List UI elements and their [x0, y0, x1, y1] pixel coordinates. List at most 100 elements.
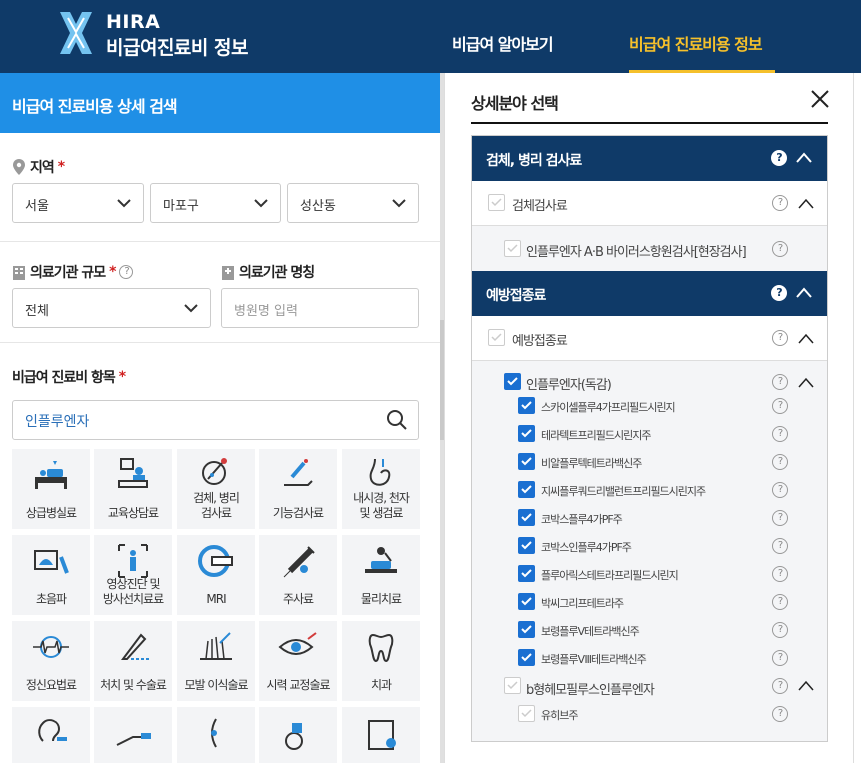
search-icon[interactable] — [386, 409, 408, 431]
logo-text-bottom[interactable]: 비급여진료비 정보 — [106, 33, 248, 60]
category-tile-dental[interactable]: 치과 — [342, 621, 420, 701]
region-district-select[interactable]: 마포구 — [150, 183, 281, 223]
arm-icon — [116, 733, 151, 746]
help-icon[interactable]: ? — [772, 510, 788, 526]
chevron-up-icon[interactable] — [795, 150, 813, 166]
category-tile-ear[interactable] — [12, 707, 90, 763]
category-tile-room[interactable]: 상급병실료 — [12, 449, 90, 529]
help-icon[interactable]: ? — [772, 622, 788, 638]
checkbox[interactable] — [518, 481, 535, 498]
close-icon[interactable] — [810, 89, 830, 109]
category-tile-arm[interactable] — [94, 707, 172, 763]
hospital-name-input[interactable]: 병원명 입력 — [221, 288, 419, 328]
help-icon[interactable]: ? — [772, 374, 788, 390]
checkbox[interactable] — [504, 373, 521, 390]
help-icon[interactable]: ? — [772, 482, 788, 498]
section-header-vaccination[interactable]: 예방접종료 ? — [472, 271, 827, 316]
help-icon[interactable]: ? — [771, 150, 787, 166]
region-city-value: 서울 — [25, 199, 49, 214]
help-icon[interactable]: ? — [772, 241, 788, 257]
list-item-vaccine[interactable]: 테라텍트프리필드시린지주 ? — [472, 419, 827, 447]
list-item-vaccine[interactable]: 지씨플루쿼드리밸런트프리필드시린지주 ? — [472, 475, 827, 503]
help-icon[interactable]: ? — [119, 265, 134, 279]
item-label: 스카이셀플루4가프리필드시린지 — [541, 401, 676, 414]
checkbox[interactable] — [518, 425, 535, 442]
list-item-specimen-test[interactable]: 검체검사료 ? — [472, 181, 827, 226]
help-icon[interactable]: ? — [772, 706, 788, 722]
category-tile-wheelchair[interactable] — [259, 707, 337, 763]
help-icon[interactable]: ? — [772, 330, 788, 346]
list-item-vaccine[interactable]: 코박스인플루4가PF주 ? — [472, 531, 827, 559]
check-icon — [491, 198, 502, 207]
chevron-up-icon[interactable] — [797, 332, 815, 346]
category-tile-endoscopy[interactable]: 내시경, 천자 및 생검료 — [342, 449, 420, 529]
help-icon[interactable]: ? — [772, 678, 788, 694]
category-tile-education[interactable]: 교육상담료 — [94, 449, 172, 529]
section-header-specimen[interactable]: 검체, 병리 검사료 ? — [472, 136, 827, 181]
chevron-up-icon[interactable] — [797, 197, 815, 211]
list-item-hib[interactable]: b형헤모필루스인플루엔자 ? — [472, 671, 827, 699]
checkbox[interactable] — [504, 240, 521, 257]
list-item-vaccine[interactable]: 플루아릭스테트라프리필드시린지 ? — [472, 559, 827, 587]
checkbox[interactable] — [518, 565, 535, 582]
chevron-up-icon[interactable] — [797, 376, 815, 390]
checkbox[interactable] — [504, 677, 521, 694]
list-item-vaccine[interactable]: 박씨그리프테트라주 ? — [472, 587, 827, 615]
chevron-up-icon[interactable] — [795, 285, 813, 301]
size-select[interactable]: 전체 — [12, 288, 211, 328]
help-icon[interactable]: ? — [772, 426, 788, 442]
help-icon[interactable]: ? — [771, 285, 787, 301]
category-tile-ultrasound[interactable]: 초음파 — [12, 535, 90, 615]
list-item-vaccine[interactable]: 코박스플루4가PF주 ? — [472, 503, 827, 531]
nav-item-about[interactable]: 비급여 알아보기 — [452, 31, 554, 55]
list-item-vaccination[interactable]: 예방접종료 ? — [472, 316, 827, 361]
list-item-vaccine[interactable]: 보령플루Ⅷ테트라백신주 ? — [472, 643, 827, 671]
chevron-up-icon[interactable] — [797, 679, 815, 693]
category-tile-injection[interactable]: 주사료 — [259, 535, 337, 615]
bed-icon — [35, 461, 67, 489]
checkbox[interactable] — [518, 593, 535, 610]
checkbox[interactable] — [518, 453, 535, 470]
arm-test-icon — [284, 459, 313, 486]
category-tile-hair[interactable]: 모발 이식술료 — [177, 621, 255, 701]
help-icon[interactable]: ? — [772, 650, 788, 666]
help-icon[interactable]: ? — [772, 594, 788, 610]
checkbox[interactable] — [518, 621, 535, 638]
category-tile-surgery[interactable]: 처치 및 수술료 — [94, 621, 172, 701]
list-item-vaccine[interactable]: 비알플루텍테트라백신주 ? — [472, 447, 827, 475]
help-icon[interactable]: ? — [772, 454, 788, 470]
category-tile-specimen[interactable]: 검체, 병리 검사료 — [177, 449, 255, 529]
region-dong-value: 성산동 — [300, 199, 336, 214]
checkbox[interactable] — [488, 194, 505, 211]
category-tile-document[interactable] — [342, 707, 420, 763]
help-icon[interactable]: ? — [772, 195, 788, 211]
category-tile-mri[interactable]: MRI — [177, 535, 255, 615]
list-item-vaccine[interactable]: 보령플루Ⅴ테트라백신주 ? — [472, 615, 827, 643]
item-search-input[interactable]: 인플루엔자 — [12, 400, 419, 440]
checkbox[interactable] — [518, 509, 535, 526]
category-tile-physio[interactable]: 물리치료 — [342, 535, 420, 615]
hira-logo-icon[interactable] — [56, 10, 96, 56]
region-dong-select[interactable]: 성산동 — [287, 183, 419, 223]
list-item-vaccine[interactable]: 유히브주 ? — [472, 699, 827, 727]
item-label: 박씨그리프테트라주 — [541, 597, 624, 610]
checkbox[interactable] — [518, 537, 535, 554]
category-tile-vision[interactable]: 시력 교정술료 — [259, 621, 337, 701]
help-icon[interactable]: ? — [772, 566, 788, 582]
list-item-influenza-test[interactable]: 인플루엔자 A·B 바이러스항원검사[현장검사] ? — [472, 226, 827, 271]
category-tile-function[interactable]: 기능검사료 — [259, 449, 337, 529]
logo-text-top[interactable]: HIRA — [106, 11, 160, 33]
category-tile-lens[interactable] — [177, 707, 255, 763]
checkbox[interactable] — [488, 329, 505, 346]
checkbox[interactable] — [518, 649, 535, 666]
region-city-select[interactable]: 서울 — [12, 183, 144, 223]
category-label: 정신요법료 — [25, 678, 77, 692]
help-icon[interactable]: ? — [772, 538, 788, 554]
nav-item-cost-info[interactable]: 비급여 진료비용 정보 — [629, 31, 763, 55]
help-icon[interactable]: ? — [772, 398, 788, 414]
category-tile-imaging[interactable]: 영상진단 및 방사선치료료 — [94, 535, 172, 615]
checkbox[interactable] — [518, 705, 535, 722]
checkbox[interactable] — [518, 397, 535, 414]
category-tile-psychotherapy[interactable]: 정신요법료 — [12, 621, 90, 701]
list-item-vaccine[interactable]: 스카이셀플루4가프리필드시린지 ? — [472, 391, 827, 419]
